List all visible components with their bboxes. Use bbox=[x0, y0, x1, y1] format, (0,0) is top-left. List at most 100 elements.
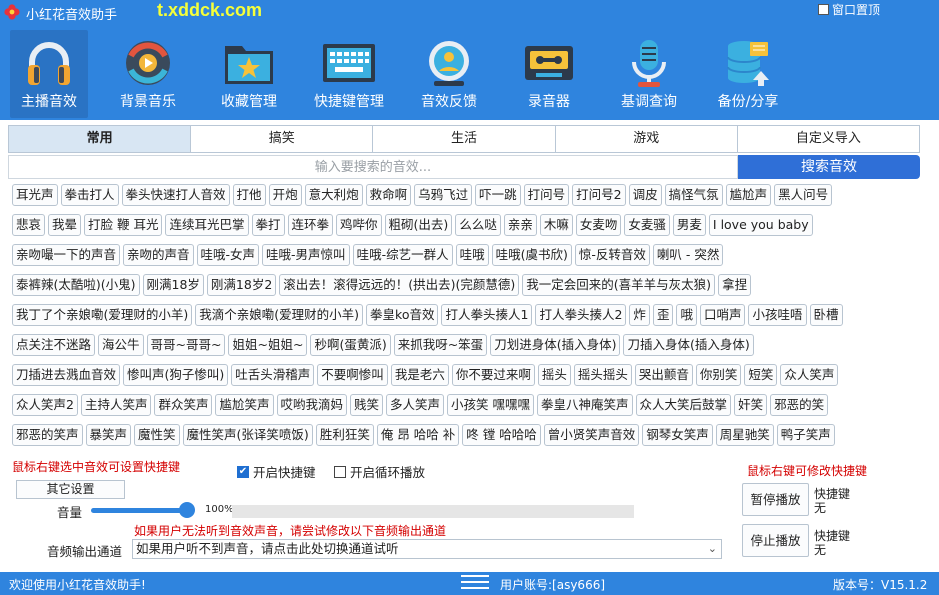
toolbar-item-favorites[interactable]: 收藏管理 bbox=[210, 30, 288, 118]
volume-slider-track[interactable] bbox=[91, 508, 188, 513]
toolbar-item-anchor-sounds[interactable]: 主播音效 bbox=[10, 30, 88, 118]
sound-effect-button[interactable]: 么么哒 bbox=[455, 214, 501, 236]
sound-effect-button[interactable]: 小孩笑 嘿嘿嘿 bbox=[447, 394, 535, 416]
sound-effect-button[interactable]: 刀划进身体(插入身体) bbox=[490, 334, 621, 356]
sound-effect-button[interactable]: 滚出去！滚得远远的！(拱出去)(完颜慧德) bbox=[279, 274, 520, 296]
sound-effect-button[interactable]: 拿捏 bbox=[718, 274, 752, 296]
sound-effect-button[interactable]: 贱笑 bbox=[350, 394, 384, 416]
checkbox-box[interactable] bbox=[334, 465, 346, 478]
toolbar-item-recorder[interactable]: 录音器 bbox=[510, 30, 588, 118]
sound-effect-button[interactable]: 亲吻嘬一下的声音 bbox=[12, 244, 121, 266]
tab-funny[interactable]: 搞笑 bbox=[191, 126, 374, 152]
sound-effect-button[interactable]: 女麦吻 bbox=[575, 214, 622, 236]
sound-effect-button[interactable]: 口哨声 bbox=[699, 304, 746, 326]
sound-effect-button[interactable]: 哇哦 bbox=[455, 244, 489, 266]
sound-effect-button[interactable]: 惨叫声(狗子惨叫) bbox=[123, 364, 229, 386]
sound-effect-button[interactable]: 你别笑 bbox=[695, 364, 742, 386]
sound-effect-button[interactable]: 奸笑 bbox=[734, 394, 768, 416]
tab-custom-import[interactable]: 自定义导入 bbox=[737, 126, 920, 152]
sound-effect-button[interactable]: 泰裤辣(太酷啦)(小鬼) bbox=[12, 274, 140, 296]
sound-effect-button[interactable]: 摇头摇头 bbox=[573, 364, 632, 386]
sound-effect-button[interactable]: 刚满18岁2 bbox=[206, 274, 277, 296]
pause-button[interactable]: 暂停播放 bbox=[742, 483, 809, 516]
sound-effect-button[interactable]: 拳皇八神庵笑声 bbox=[537, 394, 633, 416]
sound-effect-button[interactable]: 哇哦(虞书欣) bbox=[491, 244, 572, 266]
sound-effect-button[interactable]: 摇头 bbox=[537, 364, 571, 386]
sound-effect-button[interactable]: 木嘛 bbox=[539, 214, 573, 236]
sound-effect-button[interactable]: 耳光声 bbox=[12, 184, 58, 206]
sound-effect-button[interactable]: 悲哀 bbox=[12, 214, 46, 236]
sound-effect-button[interactable]: 我晕 bbox=[48, 214, 82, 236]
sound-effect-button[interactable]: 拳皇ko音效 bbox=[366, 304, 439, 326]
sound-effect-button[interactable]: 你不要过来啊 bbox=[451, 364, 535, 386]
sound-effect-button[interactable]: 男麦 bbox=[672, 214, 706, 236]
sound-effect-button[interactable]: 小孩哇唔 bbox=[748, 304, 807, 326]
sound-effect-button[interactable]: 俺 昂 哈哈 补 bbox=[376, 424, 460, 446]
menu-icon[interactable] bbox=[461, 575, 489, 592]
sound-effect-button[interactable]: 来抓我呀~笨蛋 bbox=[393, 334, 488, 356]
sound-effect-button[interactable]: 周星驰笑 bbox=[715, 424, 774, 446]
sound-effect-button[interactable]: 哎哟我滴妈 bbox=[276, 394, 348, 416]
sound-effect-button[interactable]: 尴尬笑声 bbox=[215, 394, 274, 416]
sound-effect-button[interactable]: 点关注不迷路 bbox=[12, 334, 96, 356]
sound-effect-button[interactable]: 我一定会回来的(喜羊羊与灰太狼) bbox=[522, 274, 716, 296]
sound-effect-button[interactable]: 魔性笑声(张译笑喷饭) bbox=[182, 424, 313, 446]
sound-effect-button[interactable]: 拳击打人 bbox=[60, 184, 119, 206]
pin-window-checkbox[interactable]: 窗口置顶 bbox=[818, 1, 880, 18]
sound-effect-button[interactable]: I love you baby bbox=[708, 214, 813, 236]
sound-effect-button[interactable]: 卧槽 bbox=[809, 304, 843, 326]
sound-effect-button[interactable]: 刀插入身体(插入身体) bbox=[623, 334, 754, 356]
sound-effect-button[interactable]: 吓一跳 bbox=[475, 184, 521, 206]
sound-effect-button[interactable]: 吐舌头滑稽声 bbox=[231, 364, 315, 386]
sound-effect-button[interactable]: 惊-反转音效 bbox=[574, 244, 650, 266]
loop-play-checkbox[interactable]: 开启循环播放 bbox=[334, 462, 425, 481]
sound-effect-button[interactable]: 喇叭 - 突然 bbox=[652, 244, 724, 266]
tab-common[interactable]: 常用 bbox=[9, 126, 192, 152]
sound-effect-button[interactable]: 我滴个亲娘嘞(爱理财的小羊) bbox=[195, 304, 364, 326]
sound-effect-button[interactable]: 哥哥~哥哥~ bbox=[146, 334, 226, 356]
sound-effect-button[interactable]: 魔性笑 bbox=[134, 424, 180, 446]
stop-button[interactable]: 停止播放 bbox=[742, 524, 809, 557]
sound-effect-button[interactable]: 哦 bbox=[676, 304, 697, 326]
volume-slider-handle[interactable] bbox=[179, 502, 195, 518]
sound-effect-button[interactable]: 亲吻的声音 bbox=[123, 244, 194, 266]
sound-effect-button[interactable]: 众人笑声2 bbox=[12, 394, 78, 416]
sound-effect-button[interactable]: 粗砌(出去) bbox=[384, 214, 453, 236]
sound-effect-button[interactable]: 刚满18岁 bbox=[142, 274, 204, 296]
sound-effect-button[interactable]: 曾小贤笑声音效 bbox=[543, 424, 640, 446]
tab-game[interactable]: 游戏 bbox=[555, 126, 738, 152]
sound-effect-button[interactable]: 打人拳头揍人2 bbox=[535, 304, 627, 326]
sound-effect-button[interactable]: 意大利炮 bbox=[304, 184, 363, 206]
sound-effect-button[interactable]: 黑人问号 bbox=[774, 184, 833, 206]
sound-effect-button[interactable]: 刀插进去溅血音效 bbox=[12, 364, 121, 386]
sound-effect-button[interactable]: 打问号2 bbox=[572, 184, 626, 206]
toolbar-item-background-music[interactable]: 背景音乐 bbox=[108, 30, 188, 118]
sound-effect-button[interactable]: 短笑 bbox=[744, 364, 778, 386]
toolbar-item-backup-share[interactable]: 备份/分享 bbox=[708, 30, 788, 118]
enable-hotkey-checkbox[interactable]: ✔ 开启快捷键 bbox=[237, 462, 316, 481]
sound-effect-button[interactable]: 海公牛 bbox=[98, 334, 144, 356]
sound-effect-button[interactable]: 哇哦-女声 bbox=[196, 244, 260, 266]
sound-effect-button[interactable]: 连环拳 bbox=[287, 214, 334, 236]
sound-effect-button[interactable]: 鸭子笑声 bbox=[776, 424, 835, 446]
pin-checkbox-box[interactable] bbox=[818, 4, 829, 15]
sound-effect-button[interactable]: 搞怪气氛 bbox=[664, 184, 723, 206]
sound-effect-button[interactable]: 歪 bbox=[652, 304, 674, 326]
sound-effect-button[interactable]: 尴尬声 bbox=[725, 184, 772, 206]
sound-effect-button[interactable]: 我是老六 bbox=[390, 364, 449, 386]
sound-effect-button[interactable]: 打人拳头揍人1 bbox=[441, 304, 533, 326]
sound-effect-button[interactable]: 拳打 bbox=[251, 214, 285, 236]
search-button[interactable]: 搜索音效 bbox=[738, 155, 920, 179]
sound-effect-button[interactable]: 多人笑声 bbox=[386, 394, 445, 416]
sound-effect-button[interactable]: 钢琴女笑声 bbox=[642, 424, 713, 446]
sound-effect-button[interactable]: 亲亲 bbox=[503, 214, 537, 236]
sound-effect-button[interactable]: 打问号 bbox=[523, 184, 570, 206]
sound-effect-button[interactable]: 开炮 bbox=[268, 184, 302, 206]
sound-effect-button[interactable]: 拳头快速打人音效 bbox=[121, 184, 230, 206]
checkmark-icon[interactable]: ✔ bbox=[237, 465, 249, 478]
sound-effect-button[interactable]: 炸 bbox=[629, 304, 650, 326]
tab-life[interactable]: 生活 bbox=[373, 126, 556, 152]
sound-effect-button[interactable]: 胜利狂笑 bbox=[315, 424, 374, 446]
sound-effect-button[interactable]: 咚 镗 哈哈哈 bbox=[462, 424, 541, 446]
sound-effect-button[interactable]: 哇哦-综艺一群人 bbox=[352, 244, 453, 266]
